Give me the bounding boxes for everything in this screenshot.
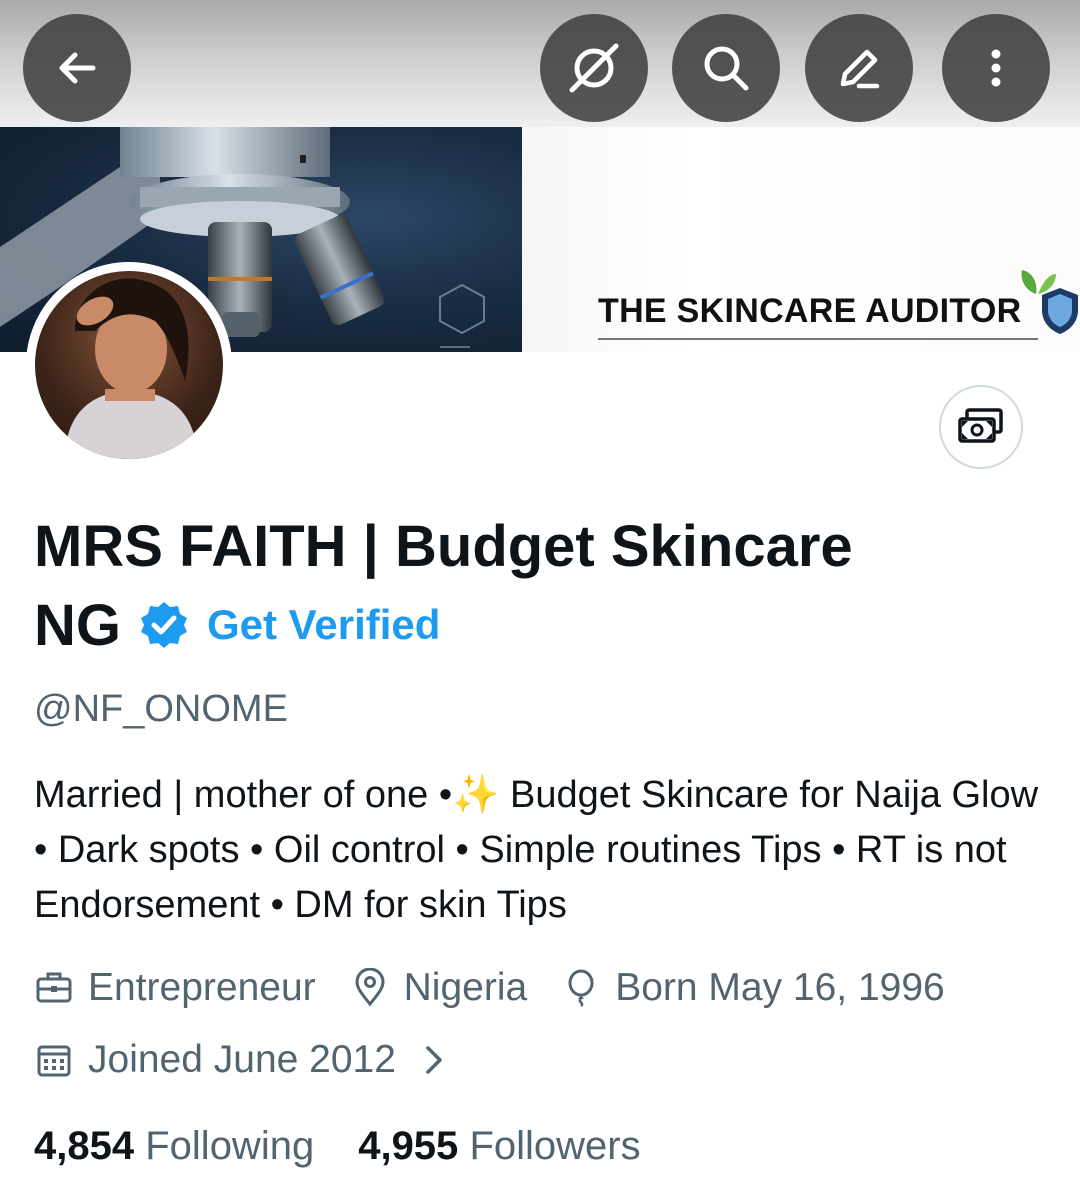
location-text: Nigeria [403,966,528,1009]
profile-name: MRS FAITH | Budget Skincare [34,514,853,579]
follow-stats: 4,854 Following 4,955 Followers [34,1124,685,1169]
following-count: 4,854 [34,1124,135,1168]
followers-count: 4,955 [358,1124,459,1168]
joined-row[interactable]: Joined June 2012 [34,1038,502,1082]
verified-badge-icon[interactable] [139,600,189,650]
avatar-illustration [65,278,197,459]
profile-name-continued: NG [34,592,121,658]
chevron-right-icon [426,1046,442,1074]
more-icon [991,49,1001,87]
followers-label: Followers [469,1124,641,1168]
edit-button[interactable] [805,14,913,122]
brand-underline [598,338,1038,340]
name-verified-row: NG Get Verified [34,586,440,664]
shield-icon [1042,288,1078,334]
edit-icon [840,49,880,89]
more-button[interactable] [942,14,1050,122]
avatar-photo [35,271,223,459]
brand-logo-text: THE SKINCARE AUDITOR [598,292,1022,330]
profile-handle: @NF_ONOME [34,688,288,730]
following-label: Following [145,1124,315,1168]
birthday-text: Born May 16, 1996 [615,966,945,1009]
avatar[interactable] [26,262,232,468]
location-pin-icon [355,968,385,1007]
tips-button[interactable] [939,385,1023,469]
briefcase-icon [36,972,72,1003]
back-icon [59,52,96,84]
back-button[interactable] [23,14,131,122]
location-item: Nigeria [350,966,528,1010]
money-icon [958,408,1003,443]
profile-meta-row: Entrepreneur Nigeria Born May 16, 1996 [34,966,979,1010]
balloon-icon [568,969,594,1007]
joined-text: Joined June 2012 [88,1038,396,1081]
search-button[interactable] [672,14,780,122]
profile-bio: Married | mother of one •✨ Budget Skinca… [34,774,1039,926]
get-verified-link[interactable]: Get Verified [207,601,440,649]
followers-stat[interactable]: 4,955 Followers [358,1124,640,1169]
grok-icon [569,43,619,93]
following-stat[interactable]: 4,854 Following [34,1124,314,1169]
calendar-icon [37,1045,71,1077]
profession-text: Entrepreneur [88,966,316,1009]
birthday-item: Born May 16, 1996 [561,966,945,1010]
search-icon [704,46,749,91]
grok-button[interactable] [540,14,648,122]
profession-item: Entrepreneur [34,966,316,1010]
joined-item[interactable]: Joined June 2012 [34,1038,468,1082]
